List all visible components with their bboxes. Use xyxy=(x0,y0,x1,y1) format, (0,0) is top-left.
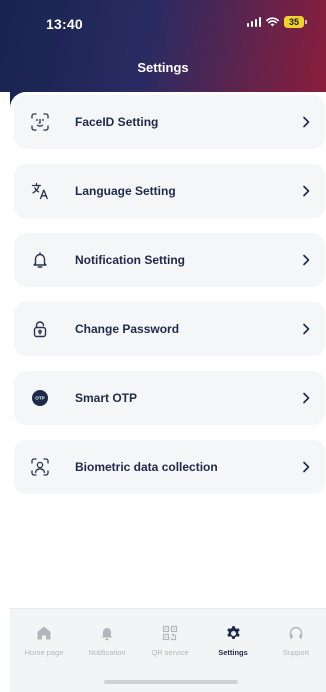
tab-label: Notification xyxy=(88,648,126,657)
lock-icon xyxy=(28,317,52,341)
tab-support[interactable]: Support xyxy=(265,624,326,664)
status-bar: 13:40 35 xyxy=(0,0,326,40)
tab-label: Home page xyxy=(24,648,64,657)
menu-item-faceid-setting[interactable]: FaceID Setting xyxy=(14,95,325,149)
status-icons: 35 xyxy=(246,16,307,28)
frame-edge xyxy=(0,92,10,692)
otp-icon-text: OTP xyxy=(35,396,44,401)
battery-indicator: 35 xyxy=(284,16,307,28)
menu-item-notification-setting[interactable]: Notification Setting xyxy=(14,233,325,287)
menu-item-label: FaceID Setting xyxy=(75,115,159,129)
status-time: 13:40 xyxy=(46,16,83,32)
bottom-tab-bar: Home page Notification QR service Settin… xyxy=(10,608,326,692)
qr-code-icon xyxy=(161,624,179,642)
settings-sheet: FaceID Setting Language Setting Notifica… xyxy=(10,92,326,692)
menu-item-change-password[interactable]: Change Password xyxy=(14,302,325,356)
tab-label: Settings xyxy=(218,648,248,657)
menu-item-label: Notification Setting xyxy=(75,253,185,267)
tab-notification[interactable]: Notification xyxy=(76,624,138,664)
chevron-right-icon xyxy=(303,323,310,335)
menu-item-label: Smart OTP xyxy=(75,391,138,405)
chevron-right-icon xyxy=(303,185,310,197)
chevron-right-icon xyxy=(303,461,310,473)
home-icon xyxy=(35,624,53,642)
menu-item-smart-otp[interactable]: OTP Smart OTP xyxy=(14,371,325,425)
page-title: Settings xyxy=(137,60,189,75)
menu-item-language-setting[interactable]: Language Setting xyxy=(14,164,325,218)
menu-item-label: Language Setting xyxy=(75,184,176,198)
bell-icon xyxy=(98,624,116,642)
tab-label: Support xyxy=(282,648,310,657)
menu-item-biometric-data-collection[interactable]: Biometric data collection xyxy=(14,440,325,494)
chevron-right-icon xyxy=(303,392,310,404)
tab-label: QR service xyxy=(151,648,189,657)
menu-item-label: Biometric data collection xyxy=(75,460,218,474)
settings-screen: 13:40 35 Settings FaceID Setting Languag… xyxy=(0,0,326,692)
headset-icon xyxy=(287,624,305,642)
tab-settings[interactable]: Settings xyxy=(202,624,264,664)
wifi-icon xyxy=(266,17,279,27)
face-id-icon xyxy=(28,110,52,134)
biometric-scan-icon xyxy=(28,455,52,479)
signal-icon xyxy=(246,17,261,27)
bell-icon xyxy=(28,248,52,272)
chevron-right-icon xyxy=(303,116,310,128)
otp-icon: OTP xyxy=(28,386,52,410)
tab-qr-service[interactable]: QR service xyxy=(139,624,201,664)
tab-home-page[interactable]: Home page xyxy=(13,624,75,664)
gear-icon xyxy=(224,624,242,642)
chevron-right-icon xyxy=(303,254,310,266)
menu-item-label: Change Password xyxy=(75,322,180,336)
translate-icon xyxy=(28,179,52,203)
home-indicator xyxy=(104,680,238,684)
